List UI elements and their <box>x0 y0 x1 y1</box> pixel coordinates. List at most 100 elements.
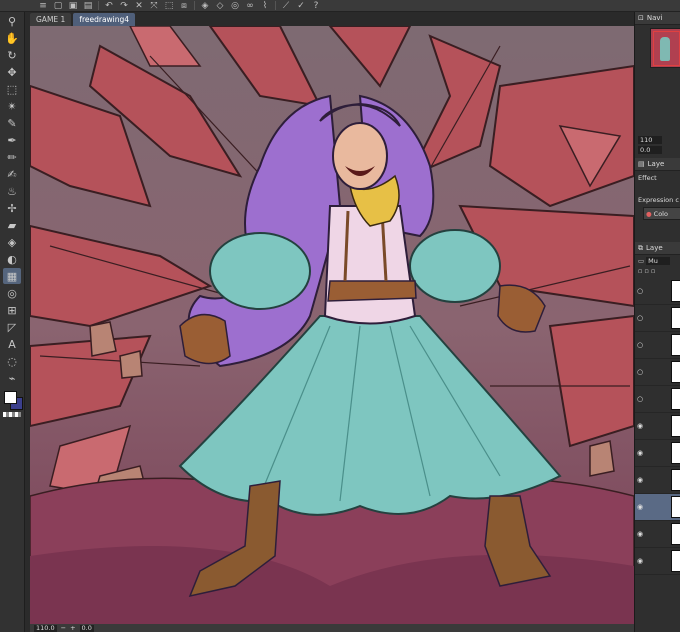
layer-thumbnail <box>671 550 680 572</box>
eyedropper-tool[interactable]: ✎ <box>3 115 21 131</box>
text-tool[interactable]: A <box>3 336 21 352</box>
expression-color-dropdown[interactable]: ● Colo <box>643 207 680 220</box>
gradient-tool[interactable]: ▦ <box>3 268 21 284</box>
open-file-icon[interactable]: ▣ <box>68 1 78 11</box>
clip-icon[interactable]: ▫ <box>638 267 642 275</box>
layer-row[interactable]: ◉ <box>635 548 680 575</box>
layer-row[interactable]: ◉ <box>635 494 680 521</box>
figure-tool[interactable]: ◎ <box>3 285 21 301</box>
document-tab-bar: GAME 1 freedrawing4 <box>30 12 634 26</box>
line-correction-tool[interactable]: ⌁ <box>3 370 21 386</box>
invert-selection-icon[interactable]: ⧈ <box>179 1 189 11</box>
airbrush-tool[interactable]: ♨ <box>3 183 21 199</box>
fill-icon[interactable]: ◈ <box>200 1 210 11</box>
hidden-eye-icon[interactable]: ○ <box>635 359 645 385</box>
decoration-tool[interactable]: ✢ <box>3 200 21 216</box>
lock-icon[interactable]: ▫ <box>644 267 648 275</box>
color-wheel-icon: ● <box>646 209 652 218</box>
selection-tool[interactable]: ⬚ <box>3 81 21 97</box>
navigator-tab-label: Navi <box>646 14 663 22</box>
brush-tool[interactable]: ✍ <box>3 166 21 182</box>
pencil-tool[interactable]: ✏ <box>3 149 21 165</box>
zoom-tool[interactable]: ⚲ <box>3 13 21 29</box>
hidden-eye-icon[interactable]: ○ <box>635 305 645 331</box>
eye-icon[interactable]: ◉ <box>635 413 645 439</box>
ref-icon[interactable]: ▫ <box>651 267 655 275</box>
layer-list: ○ ○ ○ ○ ○ ◉ ◉ ◉ ◉ ◉ ◉ <box>635 278 680 575</box>
tab-game-1[interactable]: GAME 1 <box>30 13 72 26</box>
top-toolbar: ≡ ▢ ▣ ▤ ↶ ↷ ✕ ⤧ ⬚ ⧈ ◈ ◇ ◎ ∞ ⌇ ⟋ ✓? <box>0 0 680 12</box>
navigator-tab[interactable]: ⊡ Navi <box>635 12 680 25</box>
layer-row[interactable]: ○ <box>635 359 680 386</box>
menu-icon[interactable]: ≡ <box>38 1 48 11</box>
undo-icon[interactable]: ↶ <box>104 1 114 11</box>
zoom-in-button[interactable]: + <box>70 624 75 632</box>
layer-tab[interactable]: ⧉ Laye <box>635 242 680 255</box>
effect-label: Effect <box>638 174 657 182</box>
new-file-icon[interactable]: ▢ <box>53 1 63 11</box>
selection-launcher-icon[interactable]: ◎ <box>230 1 240 11</box>
ruler-icon[interactable]: ⟋ <box>281 1 291 11</box>
eye-icon[interactable]: ◉ <box>635 521 645 547</box>
navigator-viewport-frame[interactable] <box>653 31 680 66</box>
layer-property-tab[interactable]: ▤ Laye <box>635 158 680 171</box>
layer-toolbar-row: ▫ ▫ ▫ <box>638 267 680 275</box>
rotation-field[interactable]: 0.0 <box>79 624 94 632</box>
hidden-eye-icon[interactable]: ○ <box>635 386 645 412</box>
blend-mode-select[interactable]: Mu <box>646 257 671 265</box>
tool-palette: ⚲ ✋ ↻ ✥ ⬚ ✴ ✎ ✒ ✏ ✍ ♨ ✢ ▰ ◈ ◐ ▦ ◎ ⊞ ◸ A ◌ ⌁ <box>0 12 25 632</box>
layer-icon: ⧉ <box>638 243 643 252</box>
layer-row[interactable]: ○ <box>635 386 680 413</box>
balloon-tool[interactable]: ◌ <box>3 353 21 369</box>
transform-icon[interactable]: ⤧ <box>149 1 159 11</box>
navigator-angle-field[interactable]: 0.0 <box>638 146 662 154</box>
layer-row[interactable]: ○ <box>635 305 680 332</box>
redo-icon[interactable]: ↷ <box>119 1 129 11</box>
expression-color-value: Colo <box>653 209 668 218</box>
layer-row[interactable]: ○ <box>635 332 680 359</box>
blend-tool[interactable]: ◈ <box>3 234 21 250</box>
magic-wand-tool[interactable]: ✴ <box>3 98 21 114</box>
layer-row[interactable]: ○ <box>635 278 680 305</box>
snap-icon[interactable]: ✓ <box>296 1 306 11</box>
hand-tool[interactable]: ✋ <box>3 30 21 46</box>
save-icon[interactable]: ▤ <box>83 1 93 11</box>
drawing-canvas[interactable] <box>30 26 634 624</box>
layer-row[interactable]: ◉ <box>635 467 680 494</box>
brush-settings-icon[interactable]: ⌇ <box>260 1 270 11</box>
fill-tool[interactable]: ◐ <box>3 251 21 267</box>
layer-row[interactable]: ◉ <box>635 440 680 467</box>
eraser-tool[interactable]: ▰ <box>3 217 21 233</box>
hidden-eye-icon[interactable]: ○ <box>635 332 645 358</box>
layer-row[interactable]: ◉ <box>635 413 680 440</box>
eye-icon[interactable]: ◉ <box>635 440 645 466</box>
eye-icon[interactable]: ◉ <box>635 494 645 520</box>
layer-row[interactable]: ◉ <box>635 521 680 548</box>
help-icon[interactable]: ? <box>311 1 321 11</box>
hidden-eye-icon[interactable]: ○ <box>635 278 645 304</box>
zoom-out-button[interactable]: − <box>61 624 66 632</box>
eye-icon[interactable]: ◉ <box>635 548 645 574</box>
transparent-color-swatch[interactable] <box>3 412 21 417</box>
status-bar: 110.0 − + 0.0 <box>30 624 634 632</box>
zoom-field[interactable]: 110.0 <box>34 624 57 632</box>
clear-icon[interactable]: ✕ <box>134 1 144 11</box>
frame-tool[interactable]: ⊞ <box>3 302 21 318</box>
layer-thumbnail <box>671 442 680 464</box>
main-color-swatch[interactable] <box>4 391 17 404</box>
expression-color-label: Expression c <box>638 196 679 204</box>
deselect-icon[interactable]: ⬚ <box>164 1 174 11</box>
navigator-zoom-field[interactable]: 110 <box>638 136 662 144</box>
tab-freedrawing4[interactable]: freedrawing4 <box>73 13 136 26</box>
eye-icon[interactable]: ◉ <box>635 467 645 493</box>
move-tool[interactable]: ✥ <box>3 64 21 80</box>
layer-mode-icon: ▭ <box>638 257 645 265</box>
navigator-preview[interactable] <box>650 28 680 68</box>
pen-tool[interactable]: ✒ <box>3 132 21 148</box>
rotate-tool[interactable]: ↻ <box>3 47 21 63</box>
ruler-tool[interactable]: ◸ <box>3 319 21 335</box>
eraser-icon[interactable]: ◇ <box>215 1 225 11</box>
navigator-angle-row: 0.0 <box>638 146 680 154</box>
layer-thumbnail <box>671 469 680 491</box>
lasso-icon[interactable]: ∞ <box>245 1 255 11</box>
